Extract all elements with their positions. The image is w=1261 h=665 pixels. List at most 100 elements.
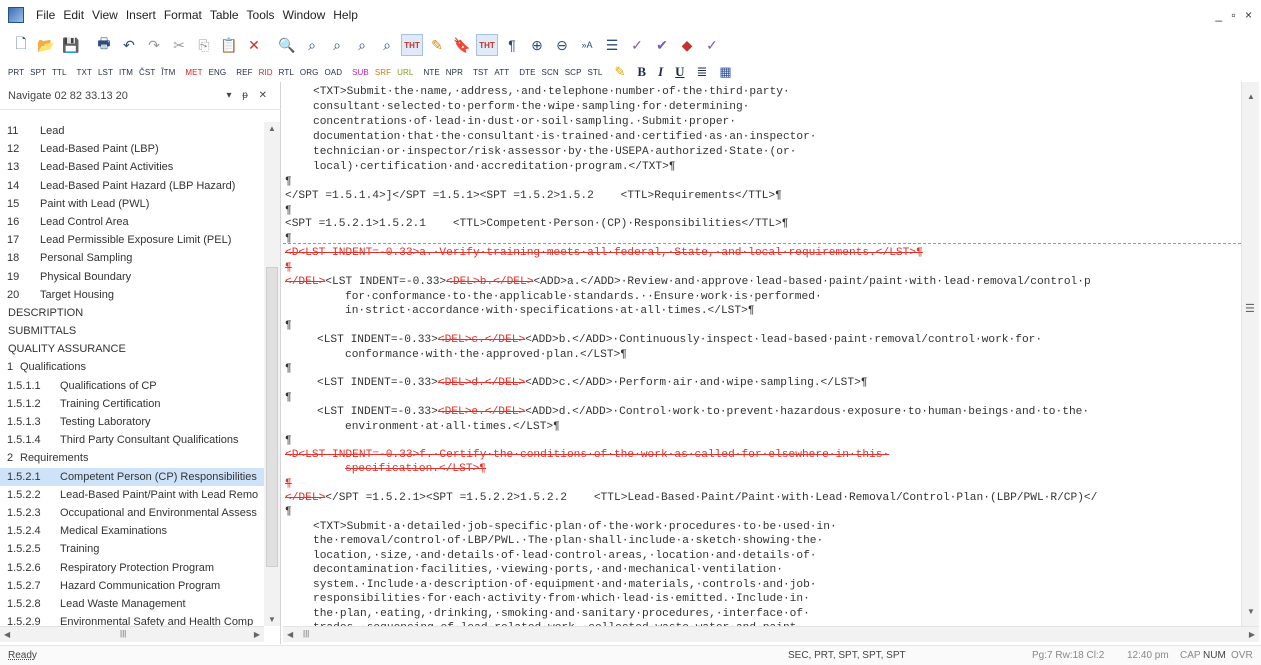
navigator-item[interactable]: 11 Lead [0, 122, 264, 140]
editor-line[interactable]: conformance·with·the·approved·plan.</LST… [345, 348, 627, 362]
tag-oad-button[interactable]: OAD [324, 68, 342, 77]
navigator-item[interactable]: 13 Lead-Based Paint Activities [0, 158, 264, 176]
editor-line[interactable]: ¶ [285, 505, 292, 519]
tag-scn-button[interactable]: SCN [542, 68, 559, 77]
editor-line[interactable]: <TXT>Submit·a·detailed·job-specific·plan… [313, 520, 837, 534]
font-size-icon[interactable]: »A [576, 34, 598, 56]
navigator-item[interactable]: 17 Lead Permissible Exposure Limit (PEL) [0, 231, 264, 249]
arrow-icon[interactable]: ◆ [676, 34, 698, 56]
zoom-in-icon[interactable]: ⊕ [526, 34, 548, 56]
tag-itm-button[interactable]: ITM [119, 68, 133, 77]
editor-line[interactable]: ¶ [285, 391, 292, 405]
navigator-item[interactable]: 1.5.1.1 Qualifications of CP [0, 377, 264, 395]
editor-line[interactable]: documentation·that·the·consultant·is·tra… [313, 130, 817, 144]
navigator-item[interactable]: 1.5.1.2 Training Certification [0, 395, 264, 413]
navigator-item[interactable]: 1.5.2.4 Medical Examinations [0, 522, 264, 540]
tag-rtl-button[interactable]: RTL [279, 68, 294, 77]
copy-icon[interactable]: ⎘ [193, 34, 215, 56]
navigator-item[interactable]: 1.5.2.5 Training [0, 540, 264, 558]
editor-line[interactable]: ¶ [285, 232, 292, 246]
editor-line[interactable]: concentrations·of·lead·in·dust·or·soil·s… [313, 115, 736, 129]
thesaurus-icon[interactable]: ✓ [701, 34, 723, 56]
navigator-item[interactable]: 1.5.2.7 Hazard Communication Program [0, 577, 264, 595]
tag-ttl-button[interactable]: TTL [52, 68, 67, 77]
navigator-item[interactable]: 12 Lead-Based Paint (LBP) [0, 140, 264, 158]
editor-line[interactable]: ¶ [285, 319, 292, 333]
scroll-down-icon[interactable]: ▼ [268, 615, 276, 624]
navigator-item[interactable]: 1.5.2.6 Respiratory Protection Program [0, 559, 264, 577]
save-icon[interactable]: 💾 [60, 34, 82, 56]
editor-horizontal-scrollbar[interactable]: ◀ ||| ▶ [283, 626, 1259, 642]
editor-line[interactable]: ¶ [285, 477, 292, 491]
find-replace-icon[interactable]: ⌕ [326, 34, 348, 56]
tag-txt-button[interactable]: TXT [77, 68, 92, 77]
tht-icon[interactable]: THT [401, 34, 423, 56]
menu-insert[interactable]: Insert [122, 8, 160, 22]
menu-view[interactable]: View [88, 8, 122, 22]
find-next-icon[interactable]: ⌕ [301, 34, 323, 56]
navigator-item[interactable]: 15 Paint with Lead (PWL) [0, 195, 264, 213]
table-icon[interactable]: ▦ [719, 64, 731, 80]
editor-line[interactable]: consultant·selected·to·perform·the·wipe·… [313, 100, 749, 114]
scroll-left-icon[interactable]: ◀ [4, 630, 10, 639]
menu-help[interactable]: Help [329, 8, 362, 22]
editor-line[interactable]: </DEL><LST INDENT=-0.33><DEL>b.</DEL><AD… [285, 275, 1091, 289]
navigator-item[interactable]: 1.5.1.4 Third Party Consultant Qualificat… [0, 431, 264, 449]
editor-line[interactable]: ¶ [285, 175, 292, 189]
editor-line[interactable]: responsibilities·for·each·activity·from·… [313, 592, 810, 606]
navigator-item[interactable]: 1.5.2.8 Lead Waste Management [0, 595, 264, 613]
editor-line[interactable]: local)·certification·and·accreditation·p… [313, 160, 676, 174]
navigator-item[interactable]: SUBMITTALS [0, 322, 264, 340]
check-icon[interactable]: ✔ [651, 34, 673, 56]
tag-tst-button[interactable]: TST [473, 68, 488, 77]
editor-line[interactable]: <D<LST INDENT=-0.33>f.·Certify·the·condi… [285, 448, 889, 462]
tag-met-button[interactable]: MET [185, 68, 202, 77]
editor-scroll-down-icon[interactable]: ▼ [1247, 607, 1255, 616]
editor-line[interactable]: specification.</LST>¶ [345, 462, 486, 476]
editor-line[interactable]: ¶ [285, 204, 292, 218]
menu-window[interactable]: Window [279, 8, 330, 22]
editor-scroll-grip-h-icon[interactable]: ||| [303, 629, 309, 638]
scroll-grip-icon[interactable]: ||| [120, 629, 126, 638]
undo-icon[interactable]: ↶ [118, 34, 140, 56]
underline-button[interactable]: U [675, 64, 684, 80]
spelling-icon[interactable]: ✓ [626, 34, 648, 56]
tag-att-button[interactable]: ATT [494, 68, 509, 77]
editor-scroll-left-icon[interactable]: ◀ [287, 630, 293, 639]
bold-button[interactable]: B [637, 64, 646, 80]
editor-line[interactable]: ¶ [285, 261, 292, 275]
tag-dte-button[interactable]: DTE [519, 68, 535, 77]
scroll-up-icon[interactable]: ▲ [268, 124, 276, 133]
menu-format[interactable]: Format [160, 8, 206, 22]
window-controls[interactable]: _ ▫ × [1215, 8, 1255, 22]
editor-line[interactable]: <TXT>Submit·the·name,·address,·and·telep… [313, 85, 790, 99]
spell-check-icon[interactable]: ✎ [426, 34, 448, 56]
tag-rid-button[interactable]: RID [259, 68, 273, 77]
editor-line[interactable]: in·strict·accordance·with·specifications… [345, 304, 755, 318]
tag-nte-button[interactable]: NTE [423, 68, 439, 77]
menu-file[interactable]: File [32, 8, 59, 22]
navigator-item[interactable]: 1.5.2.9 Environmental Safety and Health C… [0, 613, 264, 626]
tag-spt-button[interactable]: SPT [30, 68, 46, 77]
print-icon[interactable]: 🖶 [93, 34, 115, 56]
navigator-item[interactable]: 2 Requirements [0, 449, 264, 467]
navigator-item[interactable]: 16 Lead Control Area [0, 213, 264, 231]
navigator-scroll-thumb[interactable] [266, 267, 278, 567]
new-document-icon[interactable]: 🗋 [10, 34, 32, 56]
navigator-item[interactable]: 1.5.2.1 Competent Person (CP) Responsibil… [0, 467, 264, 486]
navigator-item[interactable]: 1.5.1.3 Testing Laboratory [0, 413, 264, 431]
editor-line[interactable]: location,·size,·and·details·of·lead·cont… [313, 549, 817, 563]
editor-line[interactable]: </SPT =1.5.1.4>]</SPT =1.5.1><SPT =1.5.2… [285, 189, 782, 203]
navigator-item[interactable]: 19 Physical Boundary [0, 268, 264, 286]
navigator-item[interactable]: 14 Lead-Based Paint Hazard (LBP Hazard) [0, 177, 264, 195]
tag-sub-button[interactable]: SUB [352, 68, 369, 77]
cut-icon[interactable]: ✂ [168, 34, 190, 56]
find-tag-icon[interactable]: ⌕ [351, 34, 373, 56]
tag-org-button[interactable]: ORG [300, 68, 319, 77]
editor-line[interactable]: the·plan,·eating,·drinking,·smoking·and·… [313, 607, 810, 621]
navigator-item[interactable]: QUALITY ASSURANCE [0, 340, 264, 358]
tag-lst-button[interactable]: LST [98, 68, 113, 77]
zoom-out-icon[interactable]: ⊖ [551, 34, 573, 56]
editor-scroll-right-icon[interactable]: ▶ [1249, 630, 1255, 639]
editor-line[interactable]: the·removal/control·of·LBP/PWL.·The·plan… [313, 534, 823, 548]
